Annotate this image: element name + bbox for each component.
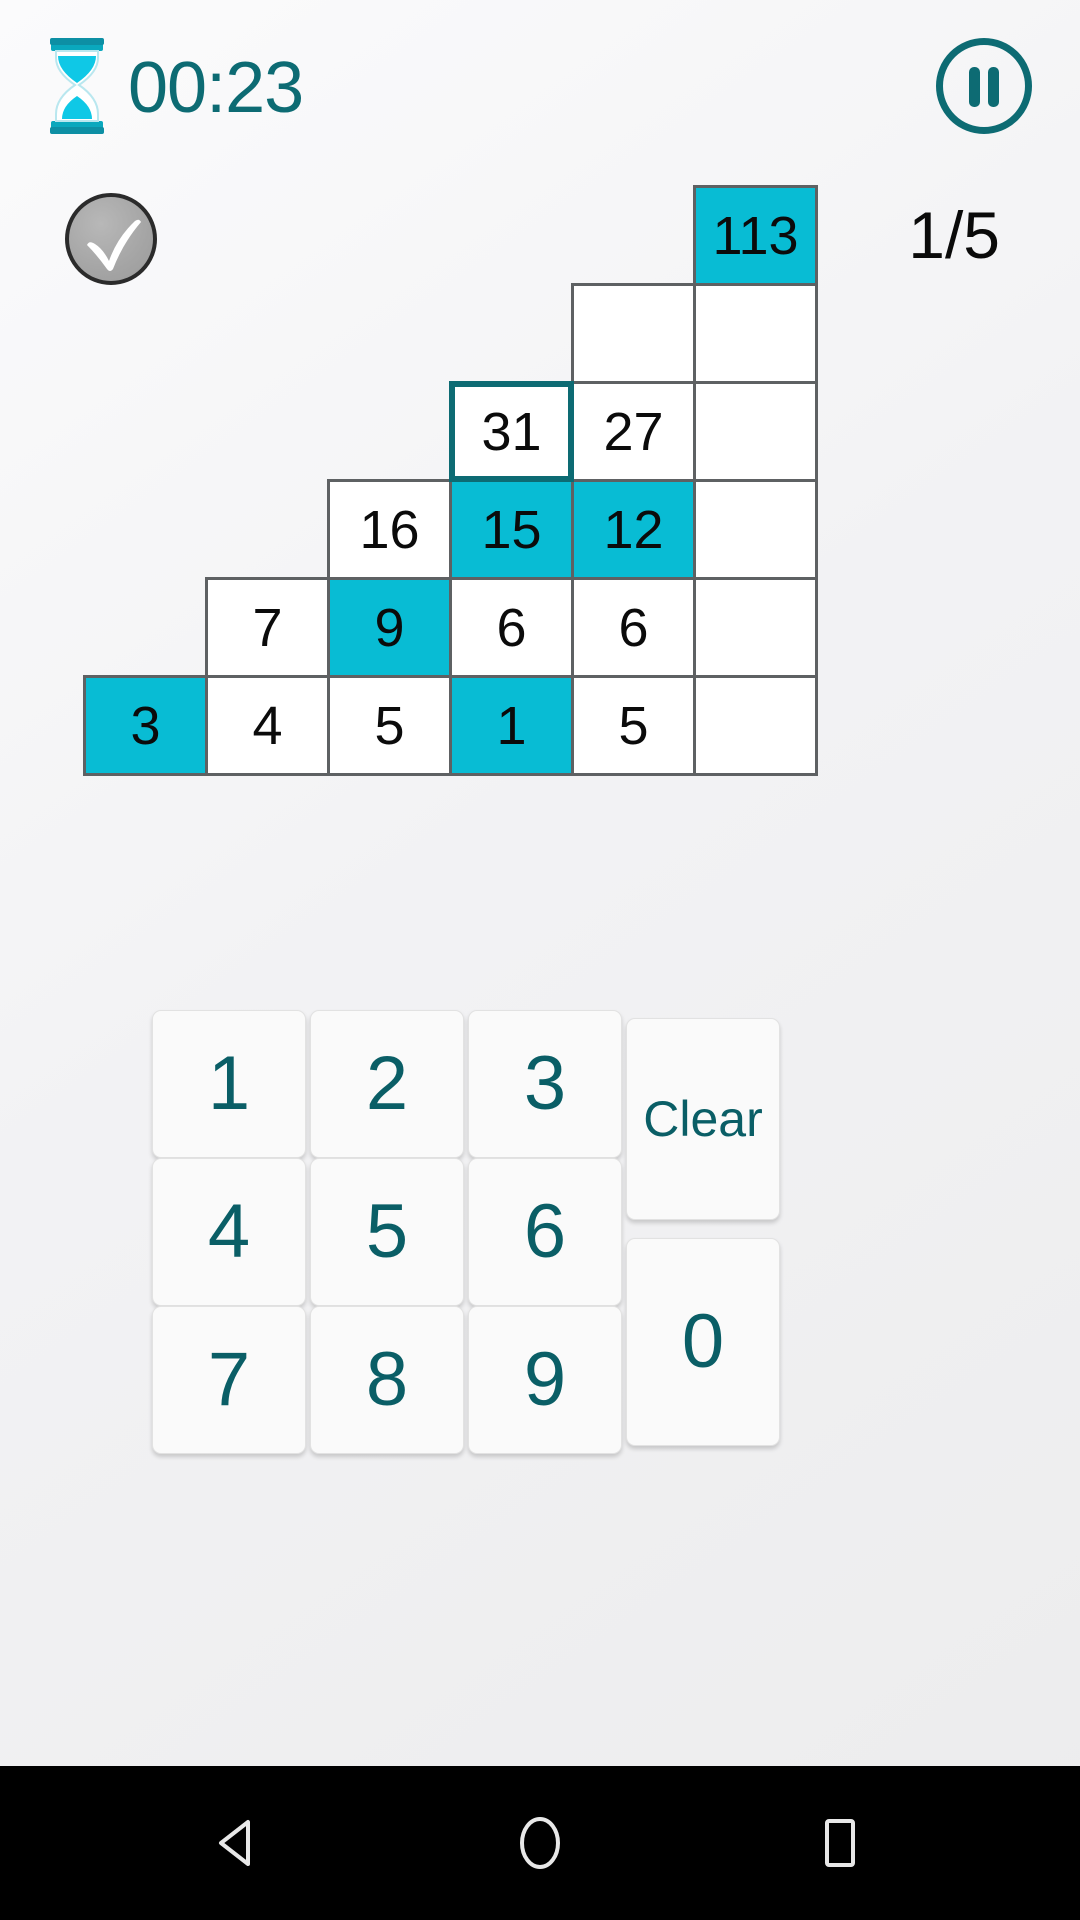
pyramid-cell-selected[interactable]: 31 bbox=[449, 381, 574, 482]
top-status-bar: 00:23 bbox=[0, 0, 1080, 175]
pyramid-row: 7966 bbox=[0, 577, 1080, 678]
pause-icon-bar-right bbox=[988, 67, 999, 107]
timer-text: 00:23 bbox=[128, 48, 304, 128]
number-keypad: 1 2 3 4 5 6 7 8 9 Clear 0 bbox=[152, 1010, 932, 1550]
pyramid-cell[interactable] bbox=[693, 479, 818, 580]
nav-recents-button[interactable] bbox=[740, 1766, 940, 1920]
android-navigation-bar bbox=[0, 1766, 1080, 1920]
pyramid-cell[interactable]: 6 bbox=[449, 577, 574, 678]
keypad-key-1[interactable]: 1 bbox=[152, 1010, 306, 1158]
pyramid-cell[interactable]: 9 bbox=[327, 577, 452, 678]
pyramid-row: 113 bbox=[0, 185, 1080, 286]
keypad-key-3[interactable]: 3 bbox=[468, 1010, 622, 1158]
pyramid-cell[interactable] bbox=[693, 283, 818, 384]
pyramid-cell[interactable] bbox=[571, 283, 696, 384]
pyramid-cell[interactable]: 15 bbox=[449, 479, 574, 580]
pyramid-row bbox=[0, 283, 1080, 384]
number-pyramid: 113 31 27 16 15 12 7 9 6 6 3 4 5 1 5 bbox=[0, 185, 1080, 776]
pyramid-cell[interactable] bbox=[693, 577, 818, 678]
pyramid-cell[interactable] bbox=[693, 675, 818, 776]
keypad-key-0[interactable]: 0 bbox=[626, 1238, 780, 1446]
pause-button[interactable] bbox=[936, 38, 1032, 134]
hourglass-icon bbox=[50, 38, 104, 134]
keypad-key-7[interactable]: 7 bbox=[152, 1306, 306, 1454]
pyramid-row: 31 27 bbox=[0, 381, 1080, 482]
pyramid-cell[interactable]: 16 bbox=[327, 479, 452, 580]
nav-back-button[interactable] bbox=[140, 1766, 340, 1920]
pyramid-cell[interactable]: 12 bbox=[571, 479, 696, 580]
keypad-key-4[interactable]: 4 bbox=[152, 1158, 306, 1306]
back-triangle-icon bbox=[219, 1820, 250, 1866]
pyramid-row: 16 15 12 bbox=[0, 479, 1080, 580]
keypad-clear-button[interactable]: Clear bbox=[626, 1018, 780, 1220]
pause-icon-bar-left bbox=[969, 67, 980, 107]
recents-square-icon bbox=[825, 1819, 855, 1867]
pyramid-cell[interactable]: 113 bbox=[693, 185, 818, 286]
home-circle-icon bbox=[520, 1817, 560, 1869]
nav-home-button[interactable] bbox=[440, 1766, 640, 1920]
pyramid-cell[interactable]: 5 bbox=[327, 675, 452, 776]
pyramid-cell[interactable]: 27 bbox=[571, 381, 696, 482]
keypad-key-9[interactable]: 9 bbox=[468, 1306, 622, 1454]
pyramid-cell[interactable]: 7 bbox=[205, 577, 330, 678]
pyramid-cell[interactable]: 3 bbox=[83, 675, 208, 776]
pyramid-cell[interactable] bbox=[693, 381, 818, 482]
keypad-key-5[interactable]: 5 bbox=[310, 1158, 464, 1306]
pyramid-cell[interactable]: 1 bbox=[449, 675, 574, 776]
pyramid-cell[interactable]: 6 bbox=[571, 577, 696, 678]
keypad-key-8[interactable]: 8 bbox=[310, 1306, 464, 1454]
keypad-key-2[interactable]: 2 bbox=[310, 1010, 464, 1158]
keypad-key-6[interactable]: 6 bbox=[468, 1158, 622, 1306]
pyramid-cell[interactable]: 5 bbox=[571, 675, 696, 776]
pyramid-cell[interactable]: 4 bbox=[205, 675, 330, 776]
pyramid-row: 34515 bbox=[0, 675, 1080, 776]
